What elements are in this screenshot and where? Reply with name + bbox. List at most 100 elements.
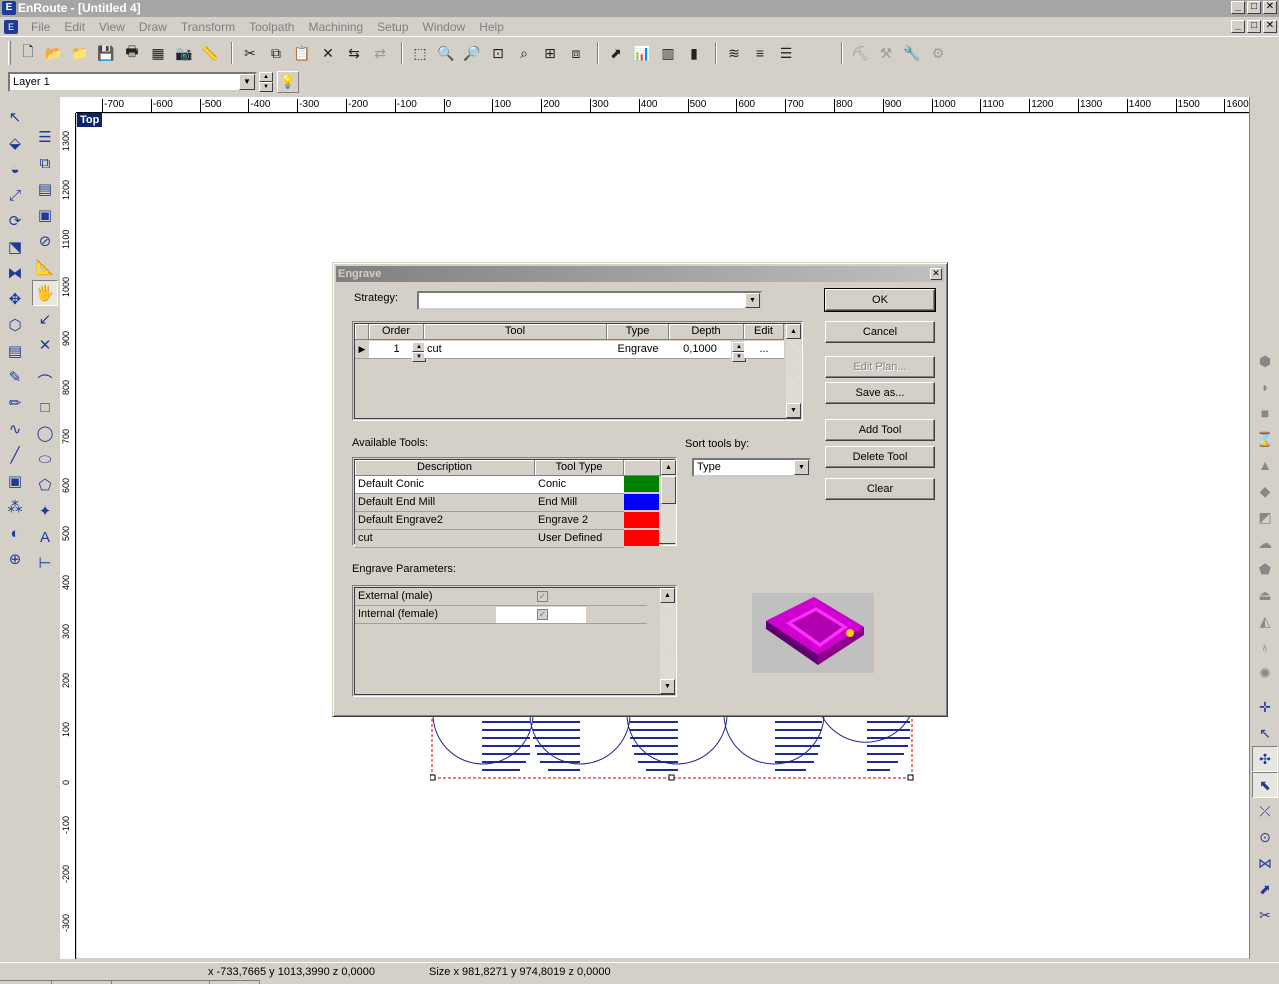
sweep-icon[interactable]: ⌛	[1252, 426, 1278, 452]
scroll-thumb[interactable]	[661, 476, 676, 504]
menu-transform[interactable]: Transform	[174, 20, 242, 34]
bars-icon[interactable]: ▥	[657, 42, 679, 64]
clear-button[interactable]: Clear	[825, 478, 935, 500]
sort-tools-select[interactable]: Type ▼	[692, 458, 811, 477]
undo-icon[interactable]: ⇆	[343, 42, 365, 64]
shape-icon[interactable]: ◒	[2, 156, 28, 182]
plan-scrollbar[interactable]: ▲ ▼	[786, 324, 801, 418]
node-add-icon[interactable]: ✣	[1252, 746, 1278, 772]
text-icon[interactable]: A	[32, 524, 58, 550]
bezier-icon[interactable]: ∿	[2, 416, 28, 442]
close-button[interactable]: ✕	[1263, 1, 1277, 14]
scroll-up-icon[interactable]: ▲	[661, 460, 676, 475]
tool-type-cell[interactable]: End Mill	[535, 494, 624, 512]
menu-help[interactable]: Help	[472, 20, 511, 34]
strategy-select[interactable]: ▼	[417, 291, 762, 310]
layers-stack-icon[interactable]: ≡	[749, 42, 771, 64]
maximize-button[interactable]: □	[1247, 1, 1261, 14]
chevron-down-icon[interactable]: ▼	[745, 293, 760, 308]
array-icon[interactable]: ⁂	[2, 494, 28, 520]
tool-color-swatch[interactable]	[624, 476, 659, 492]
menu-edit[interactable]: Edit	[57, 20, 92, 34]
offset-icon[interactable]: ▣	[2, 468, 28, 494]
node-move-icon[interactable]: ✛	[1252, 694, 1278, 720]
tool-description-cell[interactable]: cut	[355, 530, 535, 548]
chevron-down-icon[interactable]: ▼	[239, 74, 255, 90]
tools-scrollbar[interactable]: ▲	[661, 460, 676, 543]
dome-icon[interactable]: ◗	[1252, 374, 1278, 400]
open-folder-icon[interactable]: 📂	[43, 42, 65, 64]
circle-icon[interactable]: ◯	[32, 420, 58, 446]
chart-icon[interactable]: 📊	[631, 42, 653, 64]
cut-icon[interactable]: ✂	[239, 42, 261, 64]
param-external-checkbox[interactable]: ✓	[537, 591, 548, 602]
zoom-previous-icon[interactable]: ⧈	[565, 42, 587, 64]
layer-spinner[interactable]: ▲ ▼	[259, 72, 273, 92]
toolbar-grip[interactable]	[8, 41, 11, 65]
menu-draw[interactable]: Draw	[132, 20, 174, 34]
list-icon[interactable]: ☰	[32, 124, 58, 150]
dimension-icon[interactable]: ⊢	[32, 550, 58, 576]
import-icon[interactable]: 📁	[69, 42, 91, 64]
zoom-all-icon[interactable]: ⊞	[539, 42, 561, 64]
node-break-icon[interactable]: ⤫	[1252, 798, 1278, 824]
zoom-extents-icon[interactable]: ⊡	[487, 42, 509, 64]
machine-2-icon[interactable]: ⚒	[875, 42, 897, 64]
tool-description-cell[interactable]: Default End Mill	[355, 494, 535, 512]
save-as-button[interactable]: Save as...	[825, 382, 935, 404]
doc-restore-button[interactable]: □	[1247, 20, 1261, 33]
scroll-down-icon[interactable]: ▼	[660, 679, 675, 694]
zoom-in-icon[interactable]: 🔍	[435, 42, 457, 64]
doc-close-button[interactable]: ✕	[1263, 20, 1277, 33]
drill-icon[interactable]: ↙	[32, 306, 58, 332]
pencil-icon[interactable]: ✏	[2, 390, 28, 416]
rotate-icon[interactable]: ⟳	[2, 208, 28, 234]
node-join-icon[interactable]: ⋈	[1252, 850, 1278, 876]
document-icon[interactable]: E	[4, 19, 18, 34]
hatch-icon[interactable]: ▤	[32, 176, 58, 202]
ruler-icon[interactable]: 📏	[199, 42, 221, 64]
cluster-icon[interactable]: ⧉	[32, 150, 58, 176]
plan-type-cell[interactable]: Engrave	[607, 341, 669, 359]
tool-color-swatch[interactable]	[624, 530, 659, 546]
node-edit-icon[interactable]: ⬙	[2, 130, 28, 156]
no-icon[interactable]: ⊘	[32, 228, 58, 254]
extrude-icon[interactable]: ▲	[1252, 452, 1278, 478]
arc-icon[interactable]: ⌒	[32, 368, 58, 394]
merge-icon[interactable]: ⬡	[2, 312, 28, 338]
scroll-up-icon[interactable]: ▲	[786, 324, 801, 339]
scroll-down-icon[interactable]: ▼	[786, 403, 801, 418]
engrave-icon[interactable]: 🖐	[32, 280, 58, 306]
node-arrow-icon[interactable]: ⬉	[1252, 772, 1278, 798]
engrave-drawing[interactable]	[430, 714, 916, 784]
copy-icon[interactable]: ⧉	[265, 42, 287, 64]
tool-icon[interactable]: 🔧	[901, 42, 923, 64]
delete-tool-button[interactable]: Delete Tool	[825, 446, 935, 468]
app-icon[interactable]: E	[2, 1, 16, 15]
menu-toolpath[interactable]: Toolpath	[242, 20, 301, 34]
bulb-relief-icon[interactable]: ♁	[1252, 634, 1278, 660]
save-icon[interactable]: 💾	[95, 42, 117, 64]
param-internal-checkbox[interactable]: ✓	[537, 609, 548, 620]
target-icon[interactable]: ⊕	[2, 546, 28, 572]
plan-tool-cell[interactable]: cut	[424, 341, 607, 359]
select-arrow-icon[interactable]: ↖	[2, 104, 28, 130]
zoom-select-icon[interactable]: ⬚	[409, 42, 431, 64]
layers-icon[interactable]: ≋	[723, 42, 745, 64]
tools-icon[interactable]: ✕	[32, 332, 58, 358]
plane-icon[interactable]: ■	[1252, 400, 1278, 426]
zoom-window-icon[interactable]: ⌕	[513, 42, 535, 64]
edit-plan-button[interactable]: Edit Plan...	[825, 356, 935, 378]
redo-icon[interactable]: ⇄	[369, 42, 391, 64]
add-tool-button[interactable]: Add Tool	[825, 419, 935, 441]
node-cut-icon[interactable]: ✂	[1252, 902, 1278, 928]
menu-view[interactable]: View	[92, 20, 132, 34]
line-icon[interactable]: ╱	[2, 442, 28, 468]
texture-icon[interactable]: ✺	[1252, 660, 1278, 686]
tool-color-swatch[interactable]	[624, 494, 659, 510]
layer-select[interactable]: Layer 1 ▼	[8, 72, 257, 92]
blob-icon[interactable]: ⬟	[1252, 556, 1278, 582]
doc-minimize-button[interactable]: _	[1231, 20, 1245, 33]
pen-icon[interactable]: ✎	[2, 364, 28, 390]
scale-icon[interactable]: ⬔	[2, 234, 28, 260]
